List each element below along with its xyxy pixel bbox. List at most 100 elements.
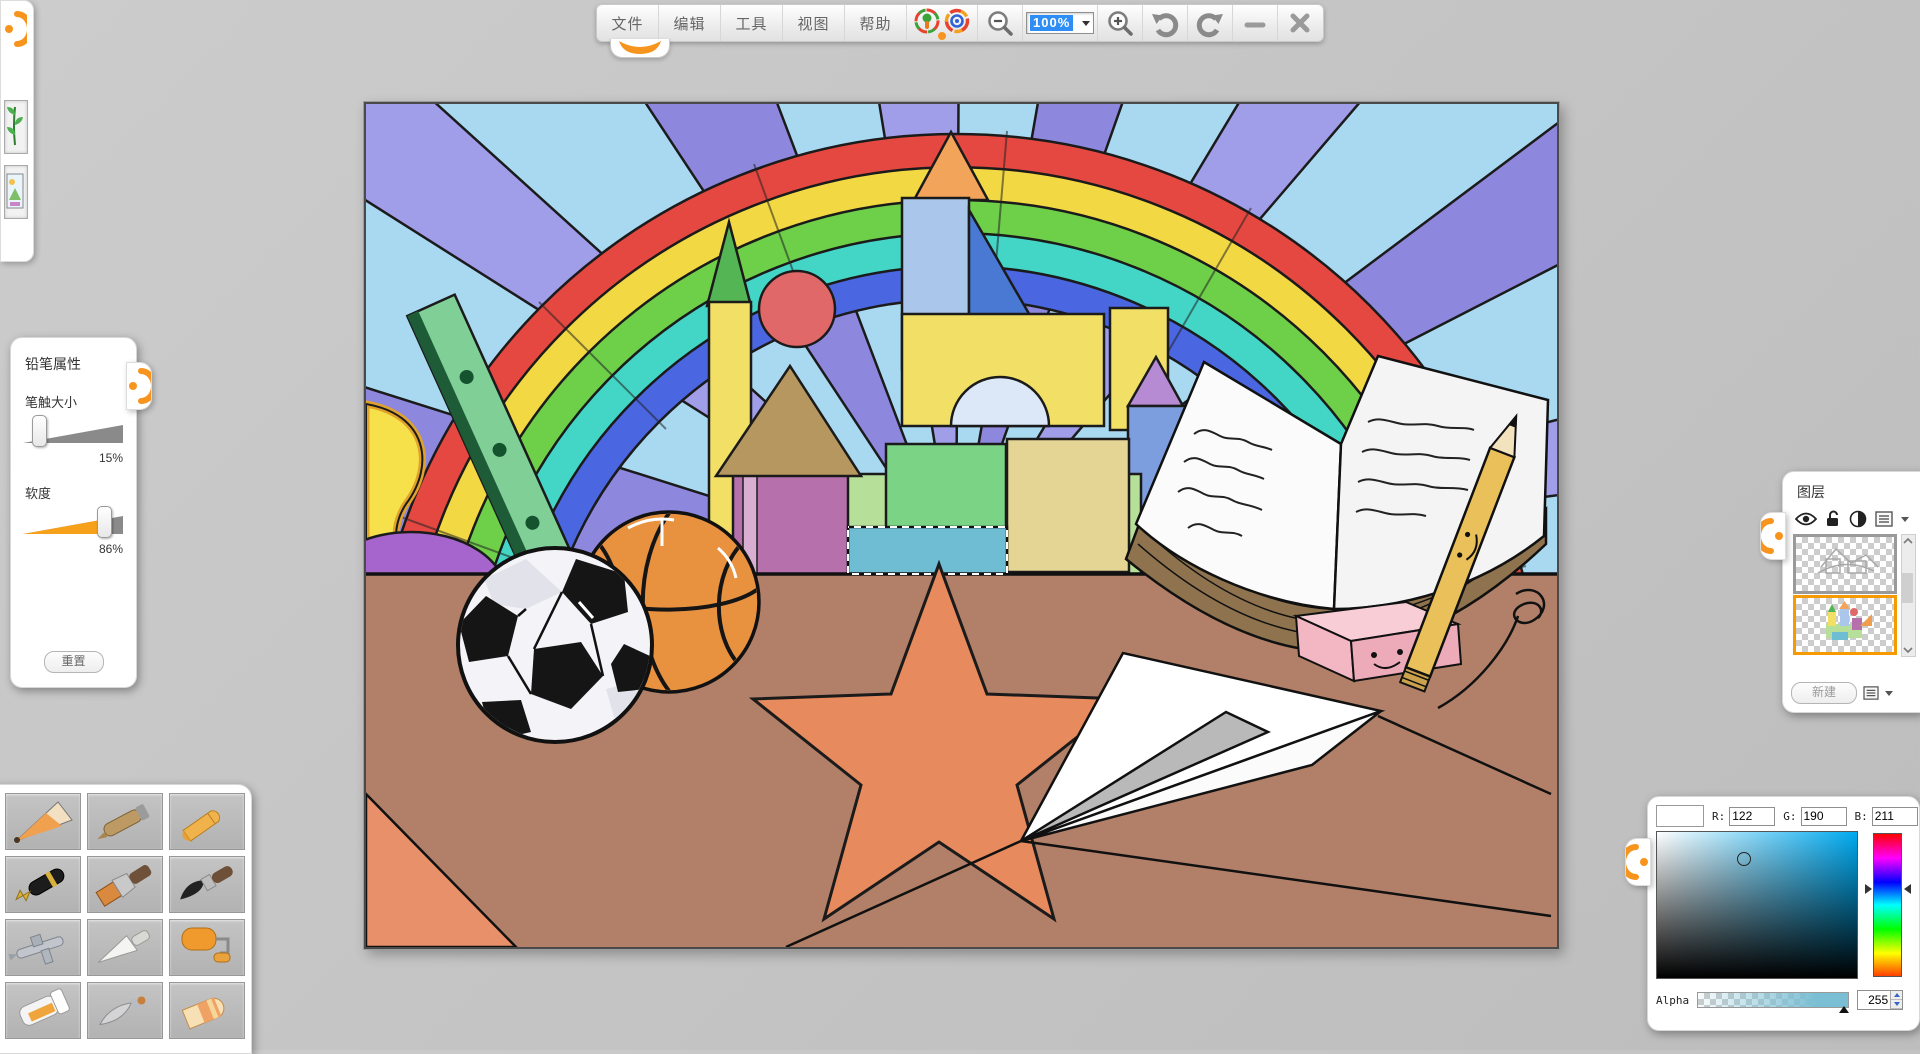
smile-icon bbox=[615, 40, 665, 55]
contrast-icon[interactable] bbox=[1849, 510, 1867, 528]
softness-handle[interactable] bbox=[97, 506, 112, 538]
blue-label: B: bbox=[1855, 810, 1868, 823]
layers-toolbar bbox=[1795, 510, 1920, 528]
red-input[interactable] bbox=[1729, 807, 1775, 826]
orange-hook-icon bbox=[127, 363, 151, 409]
orange-hook-icon bbox=[1761, 513, 1785, 559]
pencil-panel-collapse-tab[interactable] bbox=[126, 362, 152, 410]
zoom-out-button[interactable] bbox=[978, 5, 1023, 41]
tool-pencil[interactable] bbox=[5, 793, 81, 850]
reset-button[interactable]: 重置 bbox=[44, 651, 104, 673]
zoom-level-dropdown[interactable]: 100% bbox=[1026, 12, 1094, 34]
layers-panel-collapse-tab[interactable] bbox=[1760, 512, 1786, 560]
tool-flat-brush[interactable] bbox=[87, 856, 163, 913]
alpha-slider[interactable] bbox=[1697, 992, 1849, 1008]
tool-paint-roller[interactable] bbox=[169, 919, 245, 976]
brush-picker-panel bbox=[0, 784, 252, 1054]
plant-stamp-button[interactable] bbox=[4, 100, 28, 154]
layer-scrollbar[interactable] bbox=[1901, 534, 1916, 657]
alpha-row: Alpha 255 bbox=[1656, 990, 1903, 1010]
new-layer-button[interactable]: 新建 bbox=[1791, 682, 1857, 704]
brush-size-slider[interactable] bbox=[23, 415, 123, 449]
redo-icon bbox=[1195, 8, 1225, 38]
zoom-in-icon bbox=[1105, 8, 1135, 38]
scroll-up-icon[interactable] bbox=[1903, 537, 1913, 545]
picture-icon bbox=[5, 166, 25, 216]
list-menu-icon[interactable] bbox=[1863, 686, 1879, 700]
spin-down-button[interactable] bbox=[1891, 1000, 1902, 1009]
picture-stamp-button[interactable] bbox=[4, 165, 28, 219]
alpha-value[interactable]: 255 bbox=[1858, 991, 1890, 1009]
hue-marker-left-icon[interactable] bbox=[1865, 884, 1872, 894]
palette-face-icon[interactable] bbox=[914, 8, 940, 38]
alpha-marker-icon[interactable] bbox=[1839, 1006, 1849, 1013]
layer-row-sketch[interactable] bbox=[1793, 534, 1897, 594]
menu-file[interactable]: 文件 bbox=[597, 5, 659, 41]
menu-file-label: 文件 bbox=[611, 13, 643, 34]
layer-row-color[interactable] bbox=[1793, 595, 1897, 655]
tool-palette-knife[interactable] bbox=[87, 919, 163, 976]
menu-view[interactable]: 视图 bbox=[783, 5, 845, 41]
chevron-down-icon[interactable] bbox=[1885, 691, 1893, 696]
tool-ink-brush[interactable] bbox=[169, 856, 245, 913]
close-button[interactable] bbox=[1278, 5, 1322, 41]
alpha-label: Alpha bbox=[1656, 994, 1689, 1007]
menu-edit[interactable]: 编辑 bbox=[659, 5, 721, 41]
current-color-swatch bbox=[1656, 805, 1704, 827]
redo-button[interactable] bbox=[1188, 5, 1233, 41]
menu-edit-label: 编辑 bbox=[673, 13, 705, 34]
sv-marker[interactable] bbox=[1737, 852, 1751, 866]
orange-hook-icon bbox=[1626, 839, 1650, 885]
menu-tools[interactable]: 工具 bbox=[721, 5, 783, 41]
color-values-row: R: G: B: bbox=[1656, 805, 1918, 827]
undo-button[interactable] bbox=[1143, 5, 1188, 41]
saturation-value-box[interactable] bbox=[1656, 831, 1858, 979]
eye-icon[interactable] bbox=[1795, 511, 1817, 527]
hue-marker-right-icon[interactable] bbox=[1904, 884, 1911, 894]
scroll-thumb[interactable] bbox=[1902, 573, 1913, 603]
menu-tools-label: 工具 bbox=[735, 13, 767, 34]
tool-liner-brush[interactable] bbox=[87, 982, 163, 1039]
swirl-face-icon[interactable] bbox=[944, 8, 970, 38]
tool-pastel[interactable] bbox=[87, 793, 163, 850]
clown-mouth-tab[interactable] bbox=[610, 39, 670, 58]
layer-list bbox=[1793, 534, 1897, 656]
blue-input[interactable] bbox=[1872, 807, 1918, 826]
list-menu-icon[interactable] bbox=[1875, 511, 1893, 527]
softness-value: 86% bbox=[11, 542, 123, 556]
alpha-value-box: 255 bbox=[1857, 990, 1903, 1010]
softness-slider[interactable] bbox=[23, 506, 123, 540]
zoom-in-button[interactable] bbox=[1098, 5, 1143, 41]
brush-size-handle[interactable] bbox=[32, 415, 47, 447]
spin-up-icon bbox=[1894, 993, 1900, 997]
brush-panel-collapse-tab[interactable] bbox=[3, 6, 27, 52]
hue-bar[interactable] bbox=[1873, 833, 1902, 977]
undo-icon bbox=[1150, 8, 1180, 38]
tool-paint-tube[interactable] bbox=[5, 982, 81, 1039]
unlock-icon[interactable] bbox=[1825, 510, 1841, 528]
tool-crayon[interactable] bbox=[169, 793, 245, 850]
tool-eraser[interactable] bbox=[169, 982, 245, 1039]
brush-size-value: 15% bbox=[11, 451, 123, 465]
minimize-button[interactable] bbox=[1233, 5, 1278, 41]
canvas-artwork bbox=[366, 104, 1557, 947]
sketch-thumbnail bbox=[1796, 537, 1894, 591]
green-input[interactable] bbox=[1801, 807, 1847, 826]
scroll-down-icon[interactable] bbox=[1903, 646, 1913, 654]
toolbar: 文件 编辑 工具 视图 帮助 bbox=[596, 4, 1324, 42]
green-label: G: bbox=[1783, 810, 1796, 823]
tool-airbrush[interactable] bbox=[5, 919, 81, 976]
softness-label: 软度 bbox=[25, 483, 136, 502]
chevron-down-icon[interactable] bbox=[1901, 517, 1909, 522]
color-panel-collapse-tab[interactable] bbox=[1625, 838, 1651, 886]
spin-up-button[interactable] bbox=[1891, 991, 1902, 1000]
layers-panel-title: 图层 bbox=[1797, 482, 1920, 502]
menu-help[interactable]: 帮助 bbox=[845, 5, 907, 41]
red-label: R: bbox=[1712, 810, 1725, 823]
menu-view-label: 视图 bbox=[797, 13, 829, 34]
brush-size-label: 笔触大小 bbox=[25, 392, 136, 411]
tool-fountain-pen[interactable] bbox=[5, 856, 81, 913]
drawing-canvas[interactable] bbox=[364, 102, 1559, 949]
app-root: { "app": {"background": "#c6c6c6", "acce… bbox=[0, 0, 1920, 1050]
brush-grid bbox=[5, 793, 251, 1039]
